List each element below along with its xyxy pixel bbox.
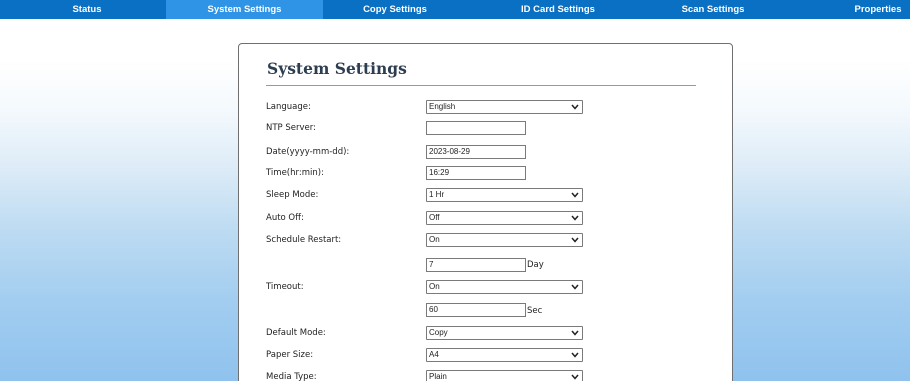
default-mode-label: Default Mode: — [266, 328, 326, 338]
default-mode-select[interactable]: Copy — [426, 326, 583, 340]
sleep-mode-label: Sleep Mode: — [266, 190, 319, 200]
media-type-value: Plain — [429, 372, 447, 381]
tab-properties[interactable]: Properties — [846, 0, 910, 19]
auto-off-select[interactable]: Off — [426, 211, 583, 225]
time-value: 16:29 — [429, 168, 450, 177]
chevron-down-icon — [571, 215, 579, 221]
tab-copy-settings[interactable]: Copy Settings — [345, 0, 445, 19]
chevron-down-icon — [571, 284, 579, 290]
schedule-restart-days-input[interactable]: 7 — [426, 258, 526, 272]
auto-off-value: Off — [429, 213, 440, 222]
language-select[interactable]: English — [426, 100, 583, 114]
schedule-restart-select[interactable]: On — [426, 233, 583, 247]
schedule-restart-days-value: 7 — [429, 260, 434, 269]
system-settings-panel: System Settings Language: English NTP Se… — [238, 43, 733, 381]
date-input[interactable]: 2023-08-29 — [426, 145, 526, 159]
time-label: Time(hr:min): — [266, 168, 324, 178]
chevron-down-icon — [571, 192, 579, 198]
chevron-down-icon — [571, 330, 579, 336]
default-mode-value: Copy — [429, 328, 448, 337]
chevron-down-icon — [571, 374, 579, 380]
timeout-value: On — [429, 282, 440, 291]
sleep-mode-select[interactable]: 1 Hr — [426, 188, 583, 202]
chevron-down-icon — [571, 104, 579, 110]
timeout-label: Timeout: — [266, 282, 304, 292]
tab-scan-settings[interactable]: Scan Settings — [663, 0, 763, 19]
sleep-mode-value: 1 Hr — [429, 190, 445, 199]
ntp-server-input[interactable] — [426, 121, 526, 135]
timeout-seconds-input[interactable]: 60 — [426, 303, 526, 317]
chevron-down-icon — [571, 352, 579, 358]
seconds-unit-label: Sec — [527, 306, 543, 316]
language-label: Language: — [266, 102, 311, 112]
days-unit-label: Day — [527, 260, 544, 270]
schedule-restart-label: Schedule Restart: — [266, 235, 342, 245]
ntp-server-label: NTP Server: — [266, 123, 316, 133]
tab-status[interactable]: Status — [47, 0, 127, 19]
chevron-down-icon — [571, 237, 579, 243]
date-value: 2023-08-29 — [429, 147, 470, 156]
paper-size-value: A4 — [429, 350, 439, 359]
language-value: English — [429, 102, 456, 111]
tab-id-card-settings[interactable]: ID Card Settings — [498, 0, 618, 19]
timeout-select[interactable]: On — [426, 280, 583, 294]
paper-size-label: Paper Size: — [266, 350, 314, 360]
date-label: Date(yyyy-mm-dd): — [266, 147, 350, 157]
paper-size-select[interactable]: A4 — [426, 348, 583, 362]
time-input[interactable]: 16:29 — [426, 166, 526, 180]
auto-off-label: Auto Off: — [266, 213, 304, 223]
schedule-restart-value: On — [429, 235, 440, 244]
timeout-seconds-value: 60 — [429, 305, 438, 314]
media-type-select[interactable]: Plain — [426, 370, 583, 381]
tab-system-settings[interactable]: System Settings — [166, 0, 323, 19]
media-type-label: Media Type: — [266, 372, 317, 381]
top-navigation-bar: Status System Settings Copy Settings ID … — [0, 0, 910, 19]
title-divider — [266, 85, 696, 86]
page-title: System Settings — [267, 59, 407, 78]
